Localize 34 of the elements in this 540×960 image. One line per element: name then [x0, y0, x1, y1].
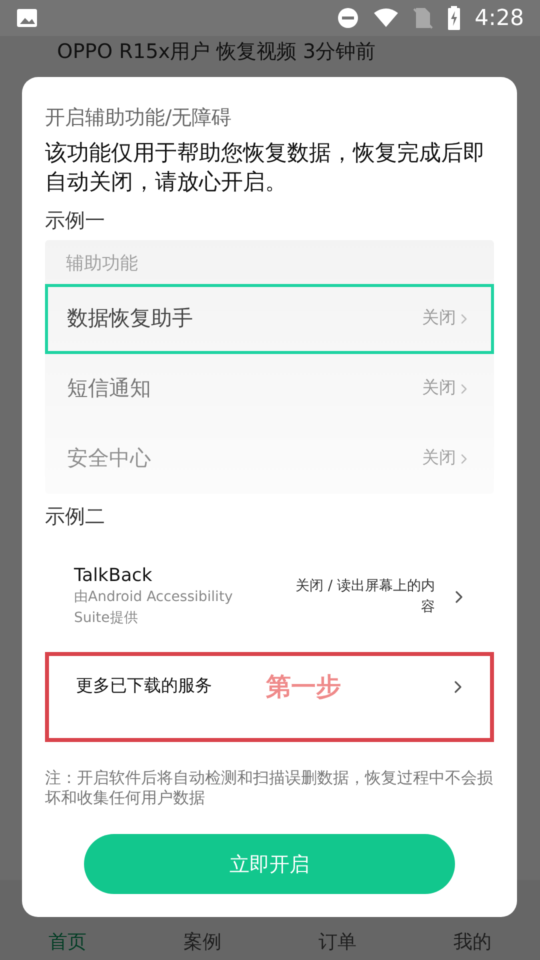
example-label: 示例一: [45, 207, 106, 234]
service-row[interactable]: TalkBack 由Android Accessibility Suite提供 关闭 / 读出屏幕上的内容: [45, 562, 494, 632]
row-status: 关闭: [422, 307, 456, 330]
step-label: 第一步: [266, 671, 342, 704]
wifi-icon: [372, 8, 399, 28]
setting-row[interactable]: 安全中心 关闭: [45, 424, 494, 494]
nav-tab[interactable]: 我的: [405, 928, 540, 956]
no-sim-icon: [412, 7, 433, 29]
service-status: 关闭 / 读出屏幕上的内容: [294, 577, 435, 617]
service-subtitle: 由Android Accessibility Suite提供: [74, 588, 234, 628]
row-label: 数据恢复助手: [67, 305, 194, 332]
dialog-message: 该功能仅用于帮助您恢复数据，恢复完成后即自动关闭，请放心开启。: [45, 140, 486, 197]
battery-charging-icon: [446, 6, 461, 30]
clock: 4:28: [474, 4, 524, 32]
headline: OPPO R15x用户 恢复视频 3分钟前: [56, 38, 377, 64]
setting-row[interactable]: 数据恢复助手 关闭: [45, 284, 494, 354]
row-label: 短信通知: [67, 375, 152, 402]
service-name: TalkBack: [74, 565, 154, 587]
dialog-title: 开启辅助功能/无障碍: [45, 104, 233, 131]
nav-tab[interactable]: 首页: [0, 928, 135, 956]
row-status: 关闭: [422, 377, 456, 400]
example-label: 示例二: [45, 503, 106, 530]
nav-tab[interactable]: 案例: [135, 928, 270, 956]
row-label: 安全中心: [67, 445, 152, 472]
more-services-row[interactable]: 更多已下载的服务 第一步: [45, 652, 494, 742]
section-header: 辅助功能: [65, 252, 139, 276]
row-status: 关闭: [422, 447, 456, 470]
enable-button[interactable]: 立即开启: [84, 834, 455, 894]
image-icon: [16, 8, 38, 28]
nav-tab[interactable]: 订单: [270, 928, 405, 956]
do-not-disturb-icon: [336, 7, 359, 29]
more-services-label: 更多已下载的服务: [76, 675, 213, 698]
note: 注：开启软件后将自动检测和扫描误删数据，恢复过程中不会损坏和收集任何用户数据: [45, 768, 494, 808]
setting-row[interactable]: 短信通知 关闭: [45, 354, 494, 424]
